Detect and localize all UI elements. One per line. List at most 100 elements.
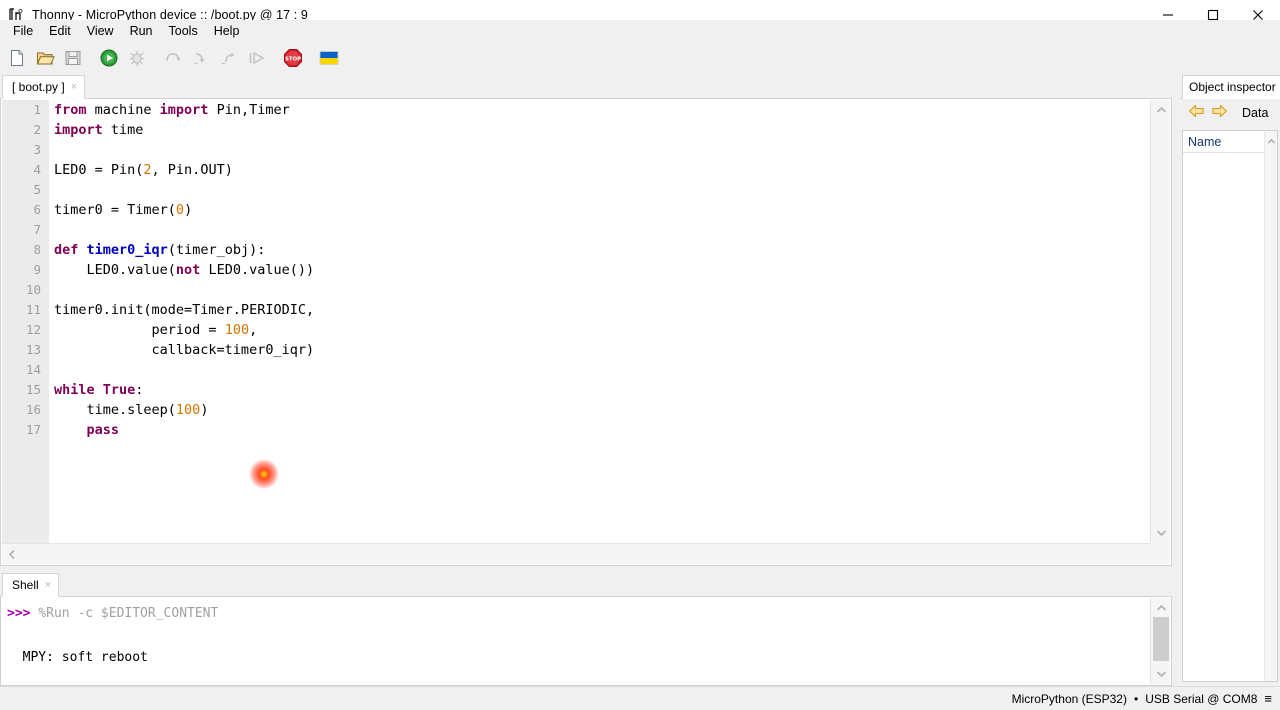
shell-tabbar: Shell × bbox=[0, 572, 1172, 597]
line-number: 8 bbox=[33, 242, 41, 257]
resume-icon[interactable] bbox=[244, 45, 270, 71]
shell-vertical-scrollbar[interactable] bbox=[1150, 598, 1170, 684]
scroll-down-icon[interactable] bbox=[1151, 525, 1171, 541]
shell-prompt: >>> bbox=[7, 606, 39, 621]
stop-icon[interactable]: STOP bbox=[280, 45, 306, 71]
editor-tab-close-icon[interactable]: × bbox=[71, 81, 77, 93]
shell-output-area[interactable]: >>> %Run -c $EDITOR_CONTENT MPY: soft re… bbox=[2, 598, 1150, 684]
inspector-tab-label: Object inspector bbox=[1189, 80, 1276, 94]
code-token: Pin,Timer bbox=[208, 102, 290, 118]
line-number: 17 bbox=[25, 422, 41, 437]
code-token: 2 bbox=[143, 162, 152, 178]
code-token: time.sleep( bbox=[54, 402, 176, 418]
status-connection[interactable]: USB Serial @ COM8 bbox=[1145, 692, 1257, 706]
menu-item-file[interactable]: File bbox=[5, 22, 41, 40]
code-token: timer0 = Timer( bbox=[54, 202, 176, 218]
code-token: def bbox=[54, 242, 79, 258]
line-number: 9 bbox=[33, 262, 41, 277]
save-file-icon[interactable] bbox=[60, 45, 86, 71]
scroll-up-icon[interactable] bbox=[1151, 102, 1171, 118]
code-token: pass bbox=[86, 422, 120, 438]
object-inspector-pane: Object inspector Data Name bbox=[1180, 74, 1280, 686]
inspector-vertical-scrollbar[interactable] bbox=[1264, 131, 1277, 681]
shell-output: MPY: soft reboot bbox=[7, 650, 148, 665]
code-line: while True: bbox=[49, 380, 1150, 400]
code-line: time.sleep(100) bbox=[49, 400, 1150, 420]
inspector-data-tab[interactable]: Data bbox=[1242, 106, 1268, 120]
code-token: , Pin.OUT) bbox=[151, 162, 233, 178]
status-menu-icon[interactable]: ≡ bbox=[1264, 691, 1272, 706]
code-line: timer0.init(mode=Timer.PERIODIC, bbox=[49, 300, 1150, 320]
code-line: from machine import Pin,Timer bbox=[49, 100, 1150, 120]
code-token: ) bbox=[184, 202, 193, 218]
code-line: LED0.value(not LED0.value()) bbox=[49, 260, 1150, 280]
scroll-left-icon[interactable] bbox=[4, 544, 20, 565]
scrollbar-corner bbox=[1150, 543, 1170, 564]
code-token: not bbox=[175, 262, 201, 278]
code-line: def timer0_iqr(timer_obj): bbox=[49, 240, 1150, 260]
new-file-icon[interactable] bbox=[4, 45, 30, 71]
toolbar: STOP bbox=[0, 42, 1280, 74]
editor-pane: [ boot.py ] × 1 2 3 4 5 6 7 8 9 10 11 12… bbox=[0, 74, 1172, 566]
shell-tab-close-icon[interactable]: × bbox=[45, 579, 51, 591]
menu-item-tools[interactable]: Tools bbox=[161, 22, 206, 40]
code-token: import bbox=[159, 102, 209, 118]
step-out-icon[interactable] bbox=[216, 45, 242, 71]
shell-scroll-down-icon[interactable] bbox=[1151, 666, 1171, 682]
code-line: LED0 = Pin(2, Pin.OUT) bbox=[49, 160, 1150, 180]
editor-tab-bootpy[interactable]: [ boot.py ] × bbox=[2, 75, 86, 99]
menu-item-view[interactable]: View bbox=[79, 22, 122, 40]
inspector-scroll-up-icon[interactable] bbox=[1265, 134, 1278, 148]
line-number: 11 bbox=[25, 302, 41, 317]
shell-tab-label: Shell bbox=[12, 578, 39, 592]
menu-item-run[interactable]: Run bbox=[122, 22, 161, 40]
code-token: timer0_iqr bbox=[86, 242, 168, 258]
debug-icon[interactable] bbox=[124, 45, 150, 71]
code-token: 100 bbox=[175, 402, 201, 418]
code-line: timer0 = Timer(0) bbox=[49, 200, 1150, 220]
code-token: timer0.init(mode=Timer.PERIODIC, bbox=[54, 302, 315, 318]
inspector-column-header[interactable]: Name bbox=[1183, 131, 1277, 153]
code-token: import bbox=[54, 122, 103, 138]
run-icon[interactable] bbox=[96, 45, 122, 71]
code-token: 100 bbox=[224, 322, 250, 338]
step-into-icon[interactable] bbox=[188, 45, 214, 71]
shell-scroll-up-icon[interactable] bbox=[1151, 600, 1171, 616]
menu-item-help[interactable]: Help bbox=[206, 22, 248, 40]
inspector-tab[interactable]: Object inspector bbox=[1182, 75, 1280, 99]
line-number: 13 bbox=[25, 342, 41, 357]
shell-scrollbar-thumb[interactable] bbox=[1153, 617, 1169, 661]
step-over-icon[interactable] bbox=[160, 45, 186, 71]
status-interpreter[interactable]: MicroPython (ESP32) bbox=[1012, 692, 1127, 706]
code-text-area[interactable]: from machine import Pin,Timer import time… bbox=[49, 100, 1150, 543]
line-number: 10 bbox=[25, 282, 41, 297]
arrow-right-icon[interactable] bbox=[1211, 104, 1228, 123]
open-file-icon[interactable] bbox=[32, 45, 58, 71]
line-number: 6 bbox=[33, 202, 41, 217]
code-token: , bbox=[249, 322, 258, 338]
menu-item-edit[interactable]: Edit bbox=[41, 22, 79, 40]
editor-horizontal-scrollbar[interactable] bbox=[2, 543, 1150, 564]
shell-tab[interactable]: Shell × bbox=[2, 573, 60, 597]
code-token: callback=timer0_iqr) bbox=[54, 342, 315, 358]
editor-tabbar: [ boot.py ] × bbox=[0, 74, 1172, 99]
arrow-left-icon[interactable] bbox=[1188, 104, 1205, 123]
line-number: 2 bbox=[33, 122, 41, 137]
editor-vertical-scrollbar[interactable] bbox=[1150, 100, 1170, 543]
shell-line: MPY: soft reboot bbox=[7, 647, 1150, 669]
svg-text:STOP: STOP bbox=[285, 56, 301, 62]
line-number: 16 bbox=[25, 402, 41, 417]
code-token: LED0.value()) bbox=[200, 262, 315, 278]
code-token: True bbox=[102, 382, 136, 398]
shell-body: >>> %Run -c $EDITOR_CONTENT MPY: soft re… bbox=[0, 597, 1172, 686]
ukraine-flag-icon[interactable] bbox=[316, 45, 342, 71]
